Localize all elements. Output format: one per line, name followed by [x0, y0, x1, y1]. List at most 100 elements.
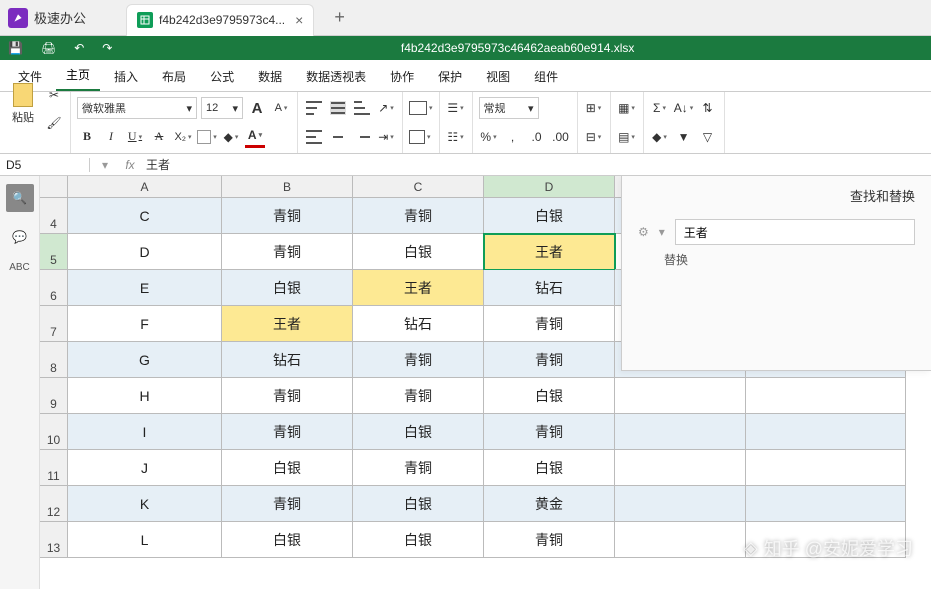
- row-header-13[interactable]: 13: [40, 522, 68, 558]
- cell[interactable]: 青铜: [484, 414, 615, 450]
- cell[interactable]: 王者: [222, 306, 353, 342]
- row-header-4[interactable]: 4: [40, 198, 68, 234]
- menu-pivot[interactable]: 数据透视表: [296, 62, 376, 91]
- row-header-11[interactable]: 11: [40, 450, 68, 486]
- cell[interactable]: 青铜: [484, 342, 615, 378]
- decrease-font-icon[interactable]: A: [271, 97, 291, 119]
- menu-layout[interactable]: 布局: [152, 62, 196, 91]
- italic-button[interactable]: I: [101, 126, 121, 148]
- align-left-icon[interactable]: [304, 126, 324, 148]
- subscript-button[interactable]: X₂: [173, 126, 193, 148]
- align-middle-icon[interactable]: [328, 97, 348, 119]
- clear-icon[interactable]: ◆: [650, 126, 670, 148]
- print-icon[interactable]: 🖨: [41, 41, 56, 55]
- cell[interactable]: 青铜: [222, 414, 353, 450]
- autosum-icon[interactable]: Σ: [650, 97, 670, 119]
- cell[interactable]: E: [68, 270, 222, 306]
- cell[interactable]: 青铜: [353, 198, 484, 234]
- menu-data[interactable]: 数据: [248, 62, 292, 91]
- save-icon[interactable]: 💾: [8, 41, 23, 55]
- row-header-6[interactable]: 6: [40, 270, 68, 306]
- cell[interactable]: L: [68, 522, 222, 558]
- cell[interactable]: 白银: [222, 270, 353, 306]
- cell[interactable]: F: [68, 306, 222, 342]
- menu-collab[interactable]: 协作: [380, 62, 424, 91]
- underline-button[interactable]: U: [125, 126, 145, 148]
- menu-insert[interactable]: 插入: [104, 62, 148, 91]
- align-right-icon[interactable]: [352, 126, 372, 148]
- close-icon[interactable]: ×: [295, 12, 303, 28]
- filter-icon[interactable]: ▼: [674, 126, 694, 148]
- comment-icon[interactable]: 💬: [12, 230, 27, 244]
- tab-active[interactable]: f4b242d3e9795973c4... ×: [126, 4, 314, 36]
- align-top-icon[interactable]: [304, 97, 324, 119]
- clear-filter-icon[interactable]: ▽: [698, 126, 718, 148]
- increase-decimal-icon[interactable]: .0: [527, 126, 547, 148]
- cell[interactable]: [746, 414, 906, 450]
- cell[interactable]: [746, 378, 906, 414]
- name-box[interactable]: D5: [0, 158, 90, 172]
- cell[interactable]: 王者: [484, 234, 615, 270]
- cell[interactable]: [615, 522, 746, 558]
- cell[interactable]: 青铜: [222, 378, 353, 414]
- cell[interactable]: C: [68, 198, 222, 234]
- font-color-button[interactable]: A: [245, 126, 265, 148]
- orientation-icon[interactable]: ↗: [376, 97, 396, 119]
- select-all-corner[interactable]: [40, 176, 68, 198]
- cell[interactable]: 青铜: [484, 522, 615, 558]
- cell[interactable]: [746, 450, 906, 486]
- align-center-icon[interactable]: [328, 126, 348, 148]
- row-header-7[interactable]: 7: [40, 306, 68, 342]
- cell[interactable]: 王者: [353, 270, 484, 306]
- cell[interactable]: 白银: [484, 450, 615, 486]
- row-header-9[interactable]: 9: [40, 378, 68, 414]
- cell[interactable]: 青铜: [484, 306, 615, 342]
- align-bottom-icon[interactable]: [352, 97, 372, 119]
- menu-protect[interactable]: 保护: [428, 62, 472, 91]
- cell[interactable]: D: [68, 234, 222, 270]
- cell[interactable]: 白银: [484, 198, 615, 234]
- cell[interactable]: [746, 486, 906, 522]
- cell[interactable]: J: [68, 450, 222, 486]
- cell[interactable]: 青铜: [222, 234, 353, 270]
- row-header-8[interactable]: 8: [40, 342, 68, 378]
- cell[interactable]: [615, 486, 746, 522]
- format-painter-icon[interactable]: 🖌: [44, 112, 64, 134]
- col-header-C[interactable]: C: [353, 176, 484, 198]
- insert-cell-icon[interactable]: ⊞: [584, 97, 604, 119]
- cell[interactable]: G: [68, 342, 222, 378]
- font-size-select[interactable]: 12▾: [201, 97, 243, 119]
- cell[interactable]: I: [68, 414, 222, 450]
- col-header-B[interactable]: B: [222, 176, 353, 198]
- cell[interactable]: [615, 378, 746, 414]
- gear-icon[interactable]: ⚙: [638, 225, 649, 239]
- wrap-text-button[interactable]: [409, 126, 431, 148]
- menu-component[interactable]: 组件: [524, 62, 568, 91]
- increase-font-icon[interactable]: A: [247, 97, 267, 119]
- bold-button[interactable]: B: [77, 126, 97, 148]
- fx-icon[interactable]: fx: [120, 158, 140, 172]
- cell[interactable]: 青铜: [353, 378, 484, 414]
- rotate-icon[interactable]: ☷: [446, 126, 466, 148]
- cell[interactable]: 青铜: [353, 450, 484, 486]
- cell[interactable]: 白银: [222, 522, 353, 558]
- cell[interactable]: K: [68, 486, 222, 522]
- cell[interactable]: [615, 450, 746, 486]
- spreadsheet-grid[interactable]: ABCDEF 45678910111213 C青铜青铜白银D青铜白银王者E白银王…: [40, 176, 931, 589]
- col-header-A[interactable]: A: [68, 176, 222, 198]
- namebox-dropdown-icon[interactable]: ▾: [90, 158, 120, 172]
- table-format-icon[interactable]: ▤: [617, 126, 637, 148]
- decrease-decimal-icon[interactable]: .00: [551, 126, 571, 148]
- fill-color-button[interactable]: ◆: [221, 126, 241, 148]
- cell[interactable]: 青铜: [353, 342, 484, 378]
- text-wrap-icon[interactable]: ☰: [446, 97, 466, 119]
- cell[interactable]: 白银: [353, 234, 484, 270]
- paste-button[interactable]: 粘贴: [6, 83, 40, 135]
- redo-icon[interactable]: ↷: [102, 41, 112, 55]
- cell[interactable]: [746, 522, 906, 558]
- cell[interactable]: 白银: [222, 450, 353, 486]
- row-header-5[interactable]: 5: [40, 234, 68, 270]
- cell[interactable]: 白银: [353, 486, 484, 522]
- sort-asc-icon[interactable]: A↓: [674, 97, 694, 119]
- cell[interactable]: 青铜: [222, 486, 353, 522]
